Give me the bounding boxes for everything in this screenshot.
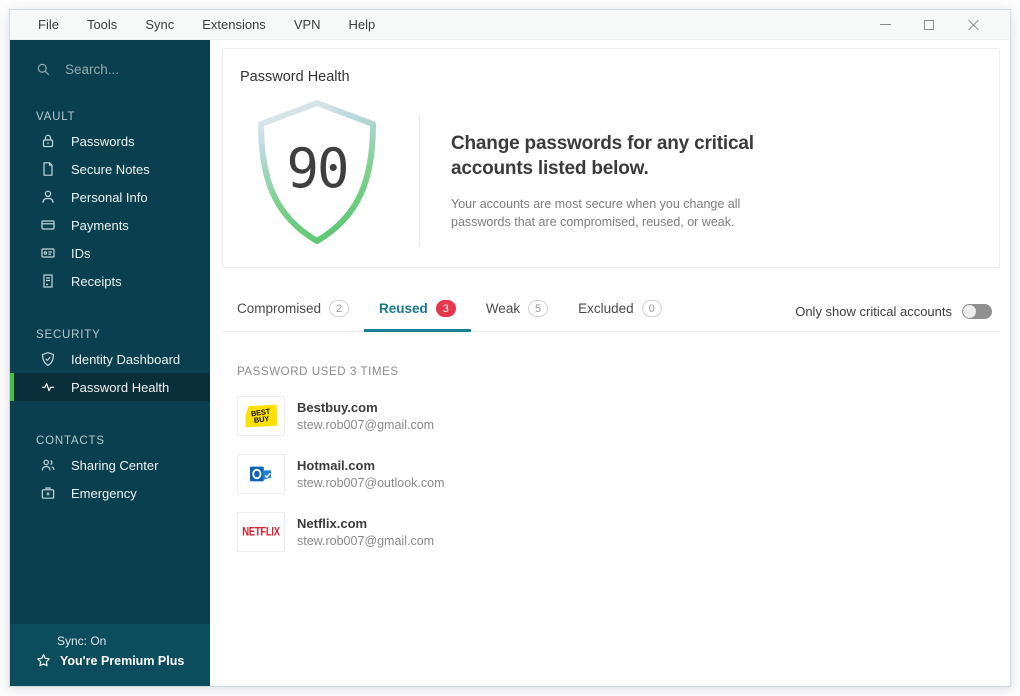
person-icon [42,190,54,203]
sidebar-item-label: Secure Notes [71,162,150,177]
sidebar-item-emergency[interactable]: Emergency [10,479,210,507]
card-description: Your accounts are most secure when you c… [451,197,741,230]
sidebar-item-label: Receipts [71,274,122,289]
search-icon [37,63,50,76]
note-icon [43,162,53,176]
card-title: Password Health [240,69,350,85]
sidebar-item-personal-info[interactable]: Personal Info [10,183,210,211]
sidebar-item-label: Emergency [71,486,137,501]
app-window: File Tools Sync Extensions VPN Help VAUL… [9,9,1011,687]
account-name: Hotmail.com [297,458,376,473]
section-label-contacts: CONTACTS [36,435,105,447]
sidebar-item-ids[interactable]: IDs [10,239,210,267]
menu-extensions[interactable]: Extensions [188,17,280,32]
lock-icon [42,134,54,148]
account-list: BEST BUY Bestbuy.com stew.rob007@gmail.c… [237,396,990,570]
account-email: stew.rob007@gmail.com [297,534,435,548]
window-controls [878,18,1010,32]
section-label-security: SECURITY [36,329,101,341]
menu-vpn[interactable]: VPN [280,17,335,32]
card-divider [419,115,420,247]
count-badge: 0 [641,300,662,317]
tab-weak[interactable]: Weak 5 [471,300,563,332]
count-badge: 5 [528,300,549,317]
menu-sync[interactable]: Sync [131,17,188,32]
sidebar-item-identity-dashboard[interactable]: Identity Dashboard [10,345,210,373]
premium-status[interactable]: You're Premium Plus [36,653,210,668]
tab-label: Weak [485,301,521,316]
list-header: PASSWORD USED 3 TIMES [237,366,399,378]
sidebar-item-label: Personal Info [71,190,148,205]
sidebar-footer: Sync: On You're Premium Plus [10,624,210,686]
menu-bar: File Tools Sync Extensions VPN Help [10,10,1010,40]
receipt-icon [43,274,53,288]
shield-check-icon [41,351,55,367]
search-bar[interactable] [10,40,210,77]
premium-label: You're Premium Plus [60,653,185,668]
menu-file[interactable]: File [24,17,73,32]
main-content: Password Health 90 Change passwords for … [210,40,1010,686]
health-score-value: 90 [286,136,349,200]
star-icon [37,654,50,667]
tabs-row: Compromised 2 Reused 3 Weak 5 Excluded 0… [222,292,1000,332]
toggle-label: Only show critical accounts [795,304,952,319]
sidebar-item-label: Password Health [71,380,170,395]
emergency-kit-icon [41,487,55,499]
menu-tools[interactable]: Tools [73,17,131,32]
critical-accounts-toggle[interactable] [962,304,992,319]
people-icon [41,459,55,471]
sidebar-item-passwords[interactable]: Passwords [10,127,210,155]
sync-status: Sync: On [57,634,107,648]
netflix-logo: NETFLIX [237,512,285,552]
count-badge-critical: 3 [435,300,456,317]
card-heading: Change passwords for any critical accoun… [451,133,754,180]
sidebar-item-password-health[interactable]: Password Health [10,373,210,401]
tab-label: Compromised [237,301,322,316]
toggle-knob [963,305,976,318]
health-score-shield: 90 [249,95,385,249]
sidebar-item-sharing-center[interactable]: Sharing Center [10,451,210,479]
sidebar-item-label: Passwords [71,134,135,149]
tab-label: Excluded [578,301,634,316]
pulse-icon [42,382,54,392]
sidebar-item-payments[interactable]: Payments [10,211,210,239]
sidebar-item-label: Payments [71,218,129,233]
minimize-icon[interactable] [878,18,892,32]
section-label-vault: VAULT [36,111,76,123]
account-row-hotmail[interactable]: Hotmail.com stew.rob007@outlook.com [237,454,990,494]
account-email: stew.rob007@outlook.com [297,476,445,490]
account-name: Bestbuy.com [297,400,378,415]
tab-excluded[interactable]: Excluded 0 [563,300,677,332]
account-name: Netflix.com [297,516,368,531]
bestbuy-logo: BEST BUY [237,396,285,436]
account-row-netflix[interactable]: NETFLIX Netflix.com stew.rob007@gmail.co… [237,512,990,552]
tab-compromised[interactable]: Compromised 2 [222,300,364,332]
bestbuy-logo-text: BUY [253,413,270,425]
sidebar-item-label: Identity Dashboard [71,352,181,367]
sidebar: VAULT Passwords Secure Notes Personal In… [10,40,210,686]
outlook-logo-icon [250,466,272,482]
id-card-icon [41,248,55,258]
sidebar-item-secure-notes[interactable]: Secure Notes [10,155,210,183]
close-icon[interactable] [966,18,980,32]
outlook-logo [237,454,285,494]
account-email: stew.rob007@gmail.com [297,418,435,432]
maximize-icon[interactable] [922,18,936,32]
count-badge: 2 [329,300,350,317]
password-health-card: Password Health 90 Change passwords for … [222,48,1000,268]
account-row-bestbuy[interactable]: BEST BUY Bestbuy.com stew.rob007@gmail.c… [237,396,990,436]
tab-label: Reused [379,301,428,316]
credit-card-icon [41,220,55,230]
critical-accounts-toggle-row: Only show critical accounts [795,304,1000,331]
sidebar-item-label: IDs [71,246,91,261]
tab-reused[interactable]: Reused 3 [364,300,471,332]
netflix-logo-text: NETFLIX [242,525,280,539]
sidebar-item-receipts[interactable]: Receipts [10,267,210,295]
sidebar-item-label: Sharing Center [71,458,159,473]
menu-help[interactable]: Help [335,17,390,32]
search-input[interactable] [65,62,185,77]
